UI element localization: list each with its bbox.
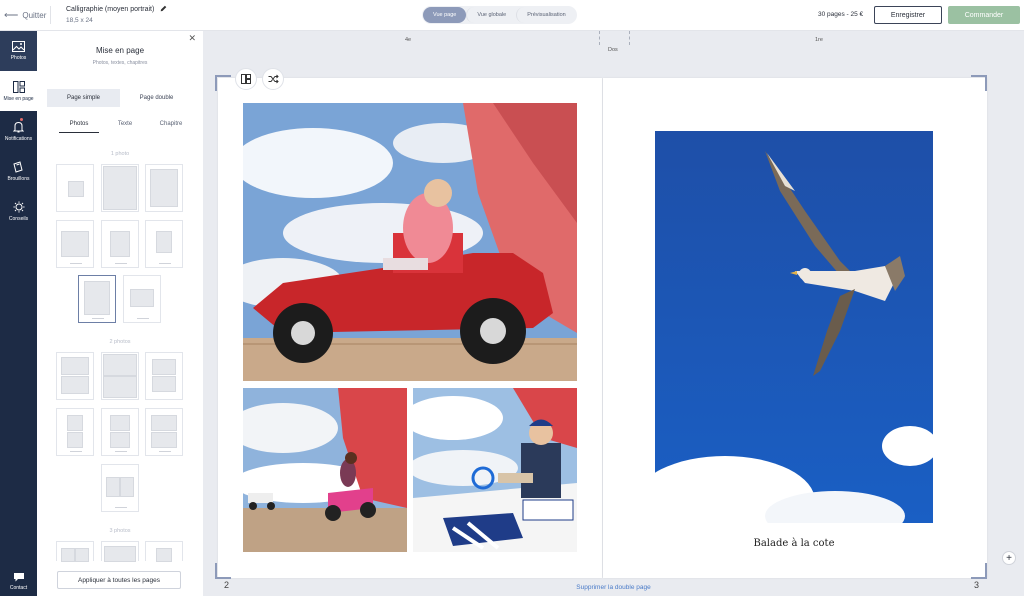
rail-item-notifications[interactable]: Notifications (0, 111, 37, 151)
ruler-front-cover: 1re (815, 37, 823, 43)
photo-image (413, 388, 577, 552)
tab-double-page[interactable]: Page double (120, 89, 193, 107)
bell-icon (13, 121, 24, 132)
layout-thumbnail[interactable] (56, 352, 94, 400)
left-rail: Photos Mise en page Notifications Brouil… (0, 31, 37, 596)
tab-global-view[interactable]: Vue globale (466, 7, 516, 23)
layout-thumbnail[interactable] (145, 352, 183, 400)
right-page[interactable]: Balade à la cote 3 (603, 78, 987, 590)
tab-chapter[interactable]: Chapitre (151, 121, 191, 133)
layout-thumbnail[interactable] (101, 164, 139, 212)
photo-seagull[interactable] (655, 131, 933, 523)
rail-label-drafts: Brouillons (7, 175, 30, 182)
layout-thumbnail[interactable] (56, 408, 94, 456)
photo-image (243, 388, 407, 552)
image-icon (12, 41, 25, 52)
rail-label-layout: Mise en page (3, 95, 34, 102)
layout-thumbnail[interactable] (56, 220, 94, 268)
delete-spread-link[interactable]: Supprimer la double page (203, 584, 1024, 591)
chat-icon (13, 572, 24, 581)
close-icon[interactable]: ✕ (188, 33, 196, 44)
spine-marker (599, 31, 600, 45)
rail-label-tips: Conseils (8, 215, 29, 222)
panel-subtitle: Photos, textes, chapitres (92, 60, 148, 66)
layout-thumbnail[interactable] (101, 541, 139, 562)
spine-marker (629, 31, 630, 45)
drafts-icon (13, 160, 23, 173)
layout-thumbnail[interactable] (101, 464, 139, 512)
tab-single-page[interactable]: Page simple (47, 89, 120, 107)
photo-boy-police-car[interactable] (413, 388, 577, 552)
notification-badge (19, 117, 24, 122)
selection-corner (215, 75, 231, 91)
rail-item-tips[interactable]: Conseils (0, 191, 37, 231)
layout-thumbnail[interactable] (145, 220, 183, 268)
layout-thumbnail[interactable] (56, 164, 94, 212)
photo-image (655, 131, 933, 523)
apply-all-pages-button[interactable]: Appliquer à toutes les pages (57, 571, 181, 589)
photo-caption[interactable]: Balade à la cote (655, 538, 933, 549)
rail-label-contact: Contact (9, 584, 28, 591)
rail-item-contact[interactable]: Contact (0, 561, 37, 596)
header-divider (50, 6, 51, 24)
quit-button[interactable]: ⟵ Quitter (4, 10, 46, 21)
pages-price: 30 pages - 25 € (818, 11, 864, 18)
view-switcher: Vue page Vue globale Prévisualisation (422, 6, 577, 24)
top-bar: ⟵ Quitter Calligraphie (moyen portrait) … (0, 0, 1024, 31)
section-label-two-photos: 2 photos (109, 339, 131, 345)
layout-panel: ✕ Mise en page Photos, textes, chapitres… (37, 31, 203, 596)
rail-label-photos: Photos (10, 55, 27, 61)
rail-label-notifications: Notifications (4, 135, 33, 142)
panel-title: Mise en page (95, 46, 145, 55)
page-type-toggle: Page simple Page double (47, 89, 193, 107)
layout-thumbnail[interactable] (101, 220, 139, 268)
rail-item-layout[interactable]: Mise en page (0, 71, 37, 111)
section-label-three-photos: 3 photos (109, 528, 131, 534)
layout-thumbnail[interactable] (145, 541, 183, 562)
editor-workspace: 4e Dos 1re 2 Balade à la cote 3 + Suppri… (203, 31, 1024, 596)
shuffle-icon (268, 74, 279, 84)
layout-thumbnail[interactable] (101, 352, 139, 400)
add-page-button[interactable]: + (1002, 551, 1016, 565)
tab-preview[interactable]: Prévisualisation (516, 7, 576, 23)
layout-thumbnail[interactable] (101, 408, 139, 456)
arrow-left-icon: ⟵ (4, 10, 19, 21)
content-tabs: Photos Texte Chapitre (59, 121, 191, 133)
save-button[interactable]: Enregistrer (874, 6, 942, 24)
tab-page-view[interactable]: Vue page (423, 7, 467, 23)
left-page[interactable]: 2 (218, 78, 602, 590)
tab-text[interactable]: Texte (105, 121, 145, 133)
photo-small-car-left[interactable] (243, 388, 407, 552)
ruler-spine: Dos (608, 47, 618, 53)
layout-thumbnail[interactable] (123, 275, 161, 323)
layout-thumbnail[interactable] (145, 164, 183, 212)
layout-thumbnail-selected[interactable] (78, 275, 116, 323)
pencil-icon[interactable] (160, 5, 167, 14)
layout-icon (12, 80, 25, 93)
product-name: Calligraphie (moyen portrait) (66, 6, 155, 13)
selection-corner (971, 75, 987, 91)
selection-corner (215, 563, 231, 579)
rail-item-photos[interactable]: Photos (0, 31, 37, 71)
product-size: 18,5 x 24 (66, 17, 93, 24)
tab-photos[interactable]: Photos (59, 121, 99, 133)
section-label-one-photo: 1 photo (110, 151, 130, 157)
product-info: Calligraphie (moyen portrait) 18,5 x 24 (66, 5, 167, 24)
change-layout-button[interactable] (235, 68, 257, 90)
selection-corner (971, 563, 987, 579)
layout-thumbnail[interactable] (145, 408, 183, 456)
photo-girl-red-car[interactable] (243, 103, 577, 381)
lightbulb-icon (13, 201, 24, 212)
ruler-back-cover: 4e (405, 37, 412, 43)
shuffle-button[interactable] (262, 68, 284, 90)
layout-thumbnail[interactable] (56, 541, 94, 562)
layout-icon (241, 74, 251, 84)
quit-label: Quitter (22, 11, 47, 20)
rail-item-drafts[interactable]: Brouillons (0, 151, 37, 191)
order-button[interactable]: Commander (948, 6, 1020, 24)
photo-image (243, 103, 577, 381)
